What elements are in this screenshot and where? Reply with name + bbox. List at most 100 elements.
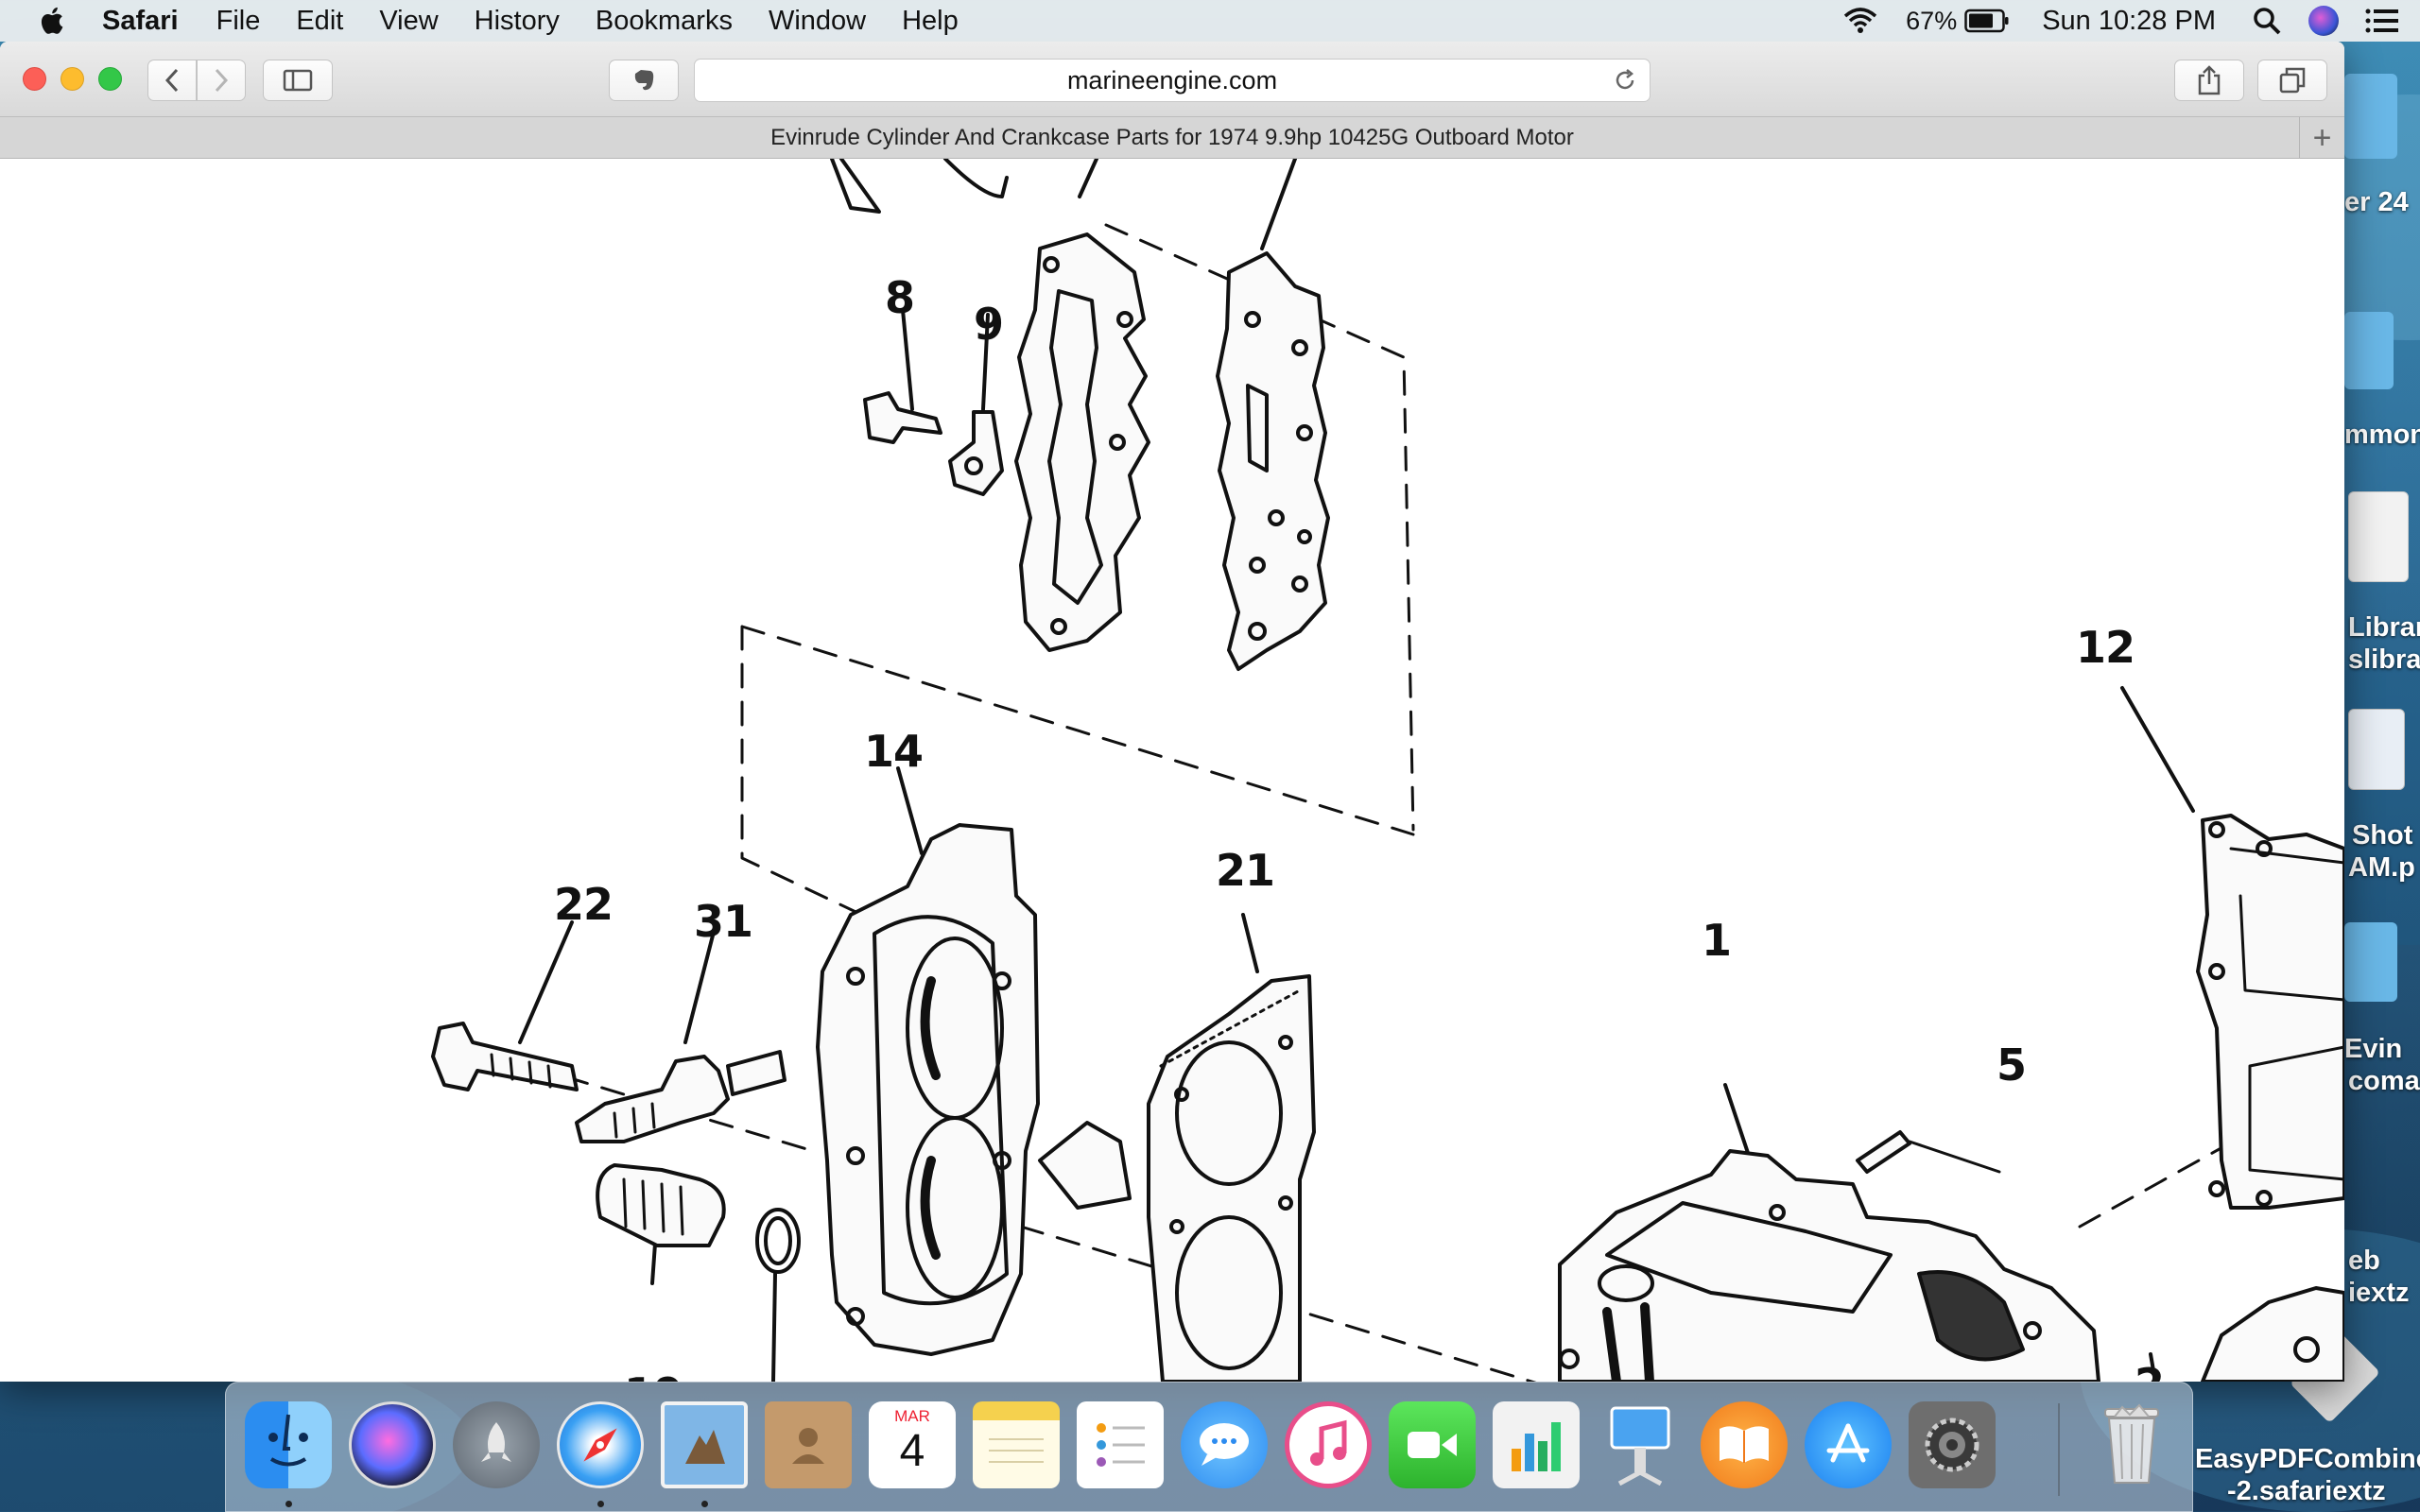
spotlight-search-icon[interactable] bbox=[2252, 6, 2282, 36]
tab-bar: Evinrude Cylinder And Crankcase Parts fo… bbox=[0, 117, 2344, 159]
desktop-item-label: Shot bbox=[2352, 820, 2413, 850]
menu-bookmarks[interactable]: Bookmarks bbox=[596, 6, 733, 37]
desktop-image-file-icon[interactable] bbox=[2348, 709, 2405, 790]
chevron-left-icon bbox=[164, 68, 179, 93]
apple-logo-icon[interactable] bbox=[36, 4, 70, 38]
callout-label: 1 bbox=[1702, 915, 1732, 966]
notification-center-icon[interactable] bbox=[2365, 8, 2399, 34]
desktop-folder-icon[interactable] bbox=[2344, 922, 2397, 1002]
siri-app-icon[interactable] bbox=[349, 1401, 436, 1488]
safari-app-icon[interactable] bbox=[557, 1401, 644, 1488]
app-store-icon[interactable] bbox=[1805, 1401, 1892, 1488]
battery-percent: 67% bbox=[1906, 6, 1958, 35]
clip-part-9 bbox=[948, 410, 1004, 496]
share-button[interactable] bbox=[2174, 60, 2244, 101]
leader-line bbox=[771, 1272, 777, 1382]
dock: MAR 4 bbox=[225, 1382, 2193, 1512]
exhaust-cover-part bbox=[1014, 232, 1150, 652]
evernote-elephant-icon bbox=[634, 70, 654, 91]
wifi-icon[interactable] bbox=[1841, 7, 1879, 35]
crankcase-gasket-part-12 bbox=[2196, 814, 2344, 1210]
leader-line bbox=[683, 930, 716, 1044]
lower-right-part-fragment bbox=[2201, 1286, 2344, 1382]
leader-line bbox=[518, 920, 574, 1044]
callout-label: 9 bbox=[974, 299, 1004, 350]
share-icon bbox=[2198, 65, 2221, 95]
reload-icon[interactable] bbox=[1612, 67, 1638, 94]
leader-line bbox=[896, 766, 924, 855]
menu-file[interactable]: File bbox=[216, 6, 261, 37]
system-preferences-icon[interactable] bbox=[1909, 1401, 1996, 1488]
tabs-overview-icon bbox=[2279, 67, 2306, 94]
parts-diagram bbox=[431, 159, 2344, 1382]
desktop-item-label: iextz bbox=[2348, 1278, 2410, 1308]
desktop-item-label: coma bbox=[2348, 1066, 2420, 1096]
leader-line bbox=[1723, 1083, 1751, 1158]
callout-label: 14 bbox=[864, 726, 924, 777]
siri-icon[interactable] bbox=[2308, 6, 2339, 36]
fitting-part-19 bbox=[596, 1163, 726, 1247]
preview-icon[interactable] bbox=[661, 1401, 748, 1488]
menu-help[interactable]: Help bbox=[902, 6, 959, 37]
menu-app-name[interactable]: Safari bbox=[102, 6, 179, 37]
active-tab-title[interactable]: Evinrude Cylinder And Crankcase Parts fo… bbox=[770, 125, 1574, 151]
running-indicator bbox=[597, 1501, 604, 1507]
launchpad-icon[interactable] bbox=[453, 1401, 540, 1488]
menu-window[interactable]: Window bbox=[769, 6, 866, 37]
leader-line bbox=[1078, 159, 1098, 198]
leader-line bbox=[1260, 159, 1297, 250]
chevron-right-icon bbox=[215, 68, 229, 93]
calendar-icon[interactable]: MAR 4 bbox=[869, 1401, 956, 1488]
zoom-window-button[interactable] bbox=[98, 67, 122, 91]
back-button[interactable] bbox=[147, 60, 197, 101]
callout-label: 31 bbox=[694, 896, 753, 947]
desktop-item-label: -2.safariextz bbox=[2227, 1476, 2386, 1506]
head-gasket-part-21 bbox=[1147, 974, 1316, 1382]
reminders-icon[interactable] bbox=[1077, 1401, 1164, 1488]
spark-plug-part-31 bbox=[575, 1050, 786, 1143]
menu-view[interactable]: View bbox=[379, 6, 438, 37]
desktop-item-label: mmon bbox=[2344, 420, 2420, 450]
sidebar-icon bbox=[283, 69, 313, 92]
calendar-month: MAR bbox=[894, 1407, 930, 1425]
exhaust-plate-part bbox=[1216, 251, 1330, 671]
minimize-window-button[interactable] bbox=[60, 67, 84, 91]
bolt-part-22 bbox=[431, 1022, 579, 1091]
contacts-icon[interactable] bbox=[765, 1401, 852, 1488]
evernote-extension-button[interactable] bbox=[609, 60, 679, 101]
ibooks-icon[interactable] bbox=[1701, 1401, 1788, 1488]
desktop-item-label: Librar bbox=[2348, 612, 2420, 643]
callout-label: 5 bbox=[1996, 1040, 2027, 1091]
notes-icon[interactable] bbox=[973, 1401, 1060, 1488]
facetime-icon[interactable] bbox=[1389, 1401, 1476, 1488]
desktop-item-label: er 24 bbox=[2344, 187, 2409, 217]
messages-icon[interactable] bbox=[1181, 1401, 1268, 1488]
menu-history[interactable]: History bbox=[475, 6, 560, 37]
new-tab-button[interactable]: + bbox=[2299, 117, 2344, 159]
itunes-icon[interactable] bbox=[1285, 1401, 1372, 1488]
forward-button[interactable] bbox=[197, 60, 246, 101]
close-window-button[interactable] bbox=[23, 67, 46, 91]
numbers-icon[interactable] bbox=[1493, 1401, 1580, 1488]
callout-label: 8 bbox=[885, 272, 915, 323]
finder-icon[interactable] bbox=[245, 1401, 332, 1488]
sidebar-toggle-button[interactable] bbox=[263, 60, 333, 101]
leader-line bbox=[1241, 913, 1259, 973]
cylinder-block-part-14 bbox=[816, 823, 1132, 1356]
clock[interactable]: Sun 10:28 PM bbox=[2042, 6, 2216, 37]
address-bar[interactable]: marineengine.com bbox=[694, 59, 1651, 102]
desktop-item-label: eb bbox=[2348, 1246, 2380, 1276]
o-ring-inner bbox=[764, 1216, 792, 1265]
dashed-guide-middle bbox=[740, 625, 1415, 945]
trash-icon[interactable] bbox=[2088, 1401, 2175, 1488]
menu-edit[interactable]: Edit bbox=[296, 6, 343, 37]
desktop-folder-icon[interactable] bbox=[2344, 74, 2397, 159]
safari-window: marineengine.com Evinrude Cylinder And C… bbox=[0, 42, 2344, 1382]
keynote-icon[interactable] bbox=[1597, 1401, 1684, 1488]
desktop-folder-icon[interactable] bbox=[2344, 312, 2394, 389]
callout-label: 22 bbox=[554, 879, 614, 930]
browser-toolbar: marineengine.com bbox=[0, 42, 2344, 117]
desktop-library-icon[interactable] bbox=[2348, 491, 2409, 582]
battery-icon[interactable] bbox=[1964, 9, 2010, 33]
show-all-tabs-button[interactable] bbox=[2257, 60, 2327, 101]
